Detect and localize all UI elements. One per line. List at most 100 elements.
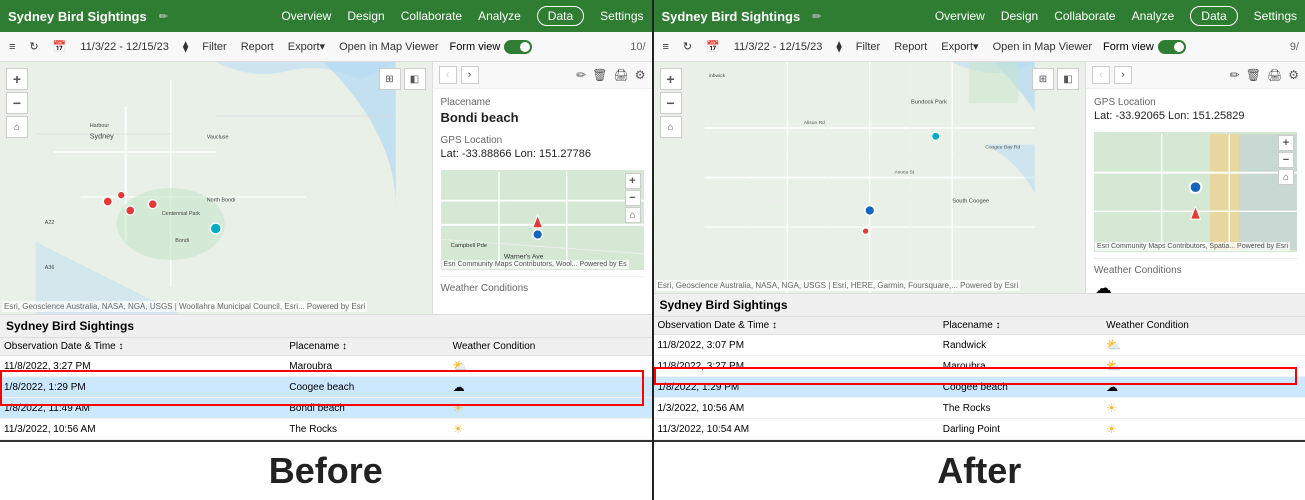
report-btn-before[interactable]: Report — [238, 40, 277, 54]
mini-map-before[interactable]: Warner's Ave Campbell Pde Esri Community… — [441, 170, 644, 270]
next-record-before[interactable]: › — [461, 66, 479, 84]
refresh-btn-before[interactable]: ↻ — [26, 39, 41, 54]
nav-data-before[interactable]: Data — [537, 6, 584, 26]
map-zoom-controls-after[interactable]: + − ⌂ — [660, 68, 682, 138]
zoom-in-btn-after[interactable]: + — [660, 68, 682, 90]
report-btn-after[interactable]: Report — [891, 40, 930, 54]
mini-home-after[interactable]: ⌂ — [1278, 169, 1294, 185]
record-action-icons-after[interactable]: ✏ 🗑 🖨 ⚙ — [1230, 68, 1299, 82]
mini-map-controls-before[interactable]: + − ⌂ — [625, 173, 641, 223]
nav-links-after: Overview Design Collaborate Analyze Data… — [935, 6, 1297, 26]
mini-zoom-in-after[interactable]: + — [1278, 135, 1294, 151]
mini-zoom-out-before[interactable]: − — [625, 190, 641, 206]
hamburger-btn-after[interactable]: ≡ — [660, 40, 672, 54]
settings-record-icon-after[interactable]: ⚙ — [1288, 68, 1299, 82]
home-btn-before[interactable]: ⌂ — [6, 116, 28, 138]
nav-settings-after[interactable]: Settings — [1254, 9, 1297, 23]
prev-record-after[interactable]: ‹ — [1092, 66, 1110, 84]
toggle-switch-before[interactable] — [504, 40, 532, 54]
delete-record-icon-before[interactable]: 🗑 — [592, 68, 607, 82]
map-layer-controls-before[interactable]: ⊞ ◧ — [379, 68, 426, 90]
mini-zoom-in-before[interactable]: + — [625, 173, 641, 189]
row-weather — [449, 398, 652, 419]
row-date: 11/8/2022, 3:27 PM — [654, 356, 939, 377]
nav-overview-after[interactable]: Overview — [935, 9, 985, 23]
layers-btn-before[interactable]: ◧ — [404, 68, 426, 90]
delete-record-icon-after[interactable]: 🗑 — [1246, 68, 1261, 82]
placename-value-before: Bondi beach — [441, 110, 644, 125]
mini-map-controls-after[interactable]: + − ⌂ — [1278, 135, 1294, 185]
open-map-btn-after[interactable]: Open in Map Viewer — [990, 40, 1095, 54]
open-map-btn-before[interactable]: Open in Map Viewer — [336, 40, 441, 54]
table-row[interactable]: 1/8/2022, 1:29 PM Coogee beach — [0, 377, 652, 398]
row-place: Maroubra — [939, 356, 1102, 377]
nav-collaborate-after[interactable]: Collaborate — [1054, 9, 1115, 23]
toggle-switch-after[interactable] — [1158, 40, 1186, 54]
date-range-after[interactable]: 11/3/22 - 12/15/23 — [731, 40, 825, 54]
mini-home-before[interactable]: ⌂ — [625, 207, 641, 223]
edit-record-icon-before[interactable]: ✏ — [576, 68, 586, 82]
map-before[interactable]: Sydney Harbour Vaucluse Centennial Park … — [0, 62, 432, 314]
layers-btn-after[interactable]: ◧ — [1057, 68, 1079, 90]
nav-data-after[interactable]: Data — [1190, 6, 1237, 26]
nav-settings-before[interactable]: Settings — [600, 9, 643, 23]
col-header-place-before[interactable]: Placename ↕ — [285, 338, 448, 356]
col-header-weather-before[interactable]: Weather Condition — [449, 338, 652, 356]
form-panel-after: ‹ › ✏ 🗑 🖨 ⚙ GPS Location Lat: -33.92065 … — [1085, 62, 1305, 293]
record-action-icons-before[interactable]: ✏ 🗑 🖨 ⚙ — [576, 68, 645, 82]
zoom-in-btn-before[interactable]: + — [6, 68, 28, 90]
edit-icon-after[interactable]: ✏ — [812, 10, 821, 23]
form-view-toggle-after[interactable]: Form view — [1103, 40, 1186, 54]
filter-btn-before[interactable]: Filter — [199, 40, 229, 54]
settings-record-icon-before[interactable]: ⚙ — [635, 68, 646, 82]
prev-record-before[interactable]: ‹ — [439, 66, 457, 84]
col-header-date-before[interactable]: Observation Date & Time ↕ — [0, 338, 285, 356]
grid-btn-before[interactable]: ⊞ — [379, 68, 401, 90]
refresh-btn-after[interactable]: ↻ — [680, 39, 695, 54]
row-date: 11/3/2022, 10:56 AM — [0, 419, 285, 440]
table-row[interactable]: 11/8/2022, 3:27 PM Maroubra — [0, 356, 652, 377]
col-header-place-after[interactable]: Placename ↕ — [939, 317, 1102, 335]
table-row[interactable]: 1/3/2022, 10:56 AM The Rocks — [654, 398, 1305, 419]
table-row[interactable]: 11/8/2022, 3:07 PM Randwick — [654, 335, 1305, 356]
edit-record-icon-after[interactable]: ✏ — [1230, 68, 1240, 82]
table-row[interactable]: 1/8/2022, 1:29 PM Coogee beach — [654, 377, 1305, 398]
map-zoom-controls-before[interactable]: + − ⌂ — [6, 68, 28, 138]
grid-btn-after[interactable]: ⊞ — [1032, 68, 1054, 90]
next-record-after[interactable]: › — [1114, 66, 1132, 84]
col-header-date-after[interactable]: Observation Date & Time ↕ — [654, 317, 939, 335]
table-row[interactable]: 11/3/2022, 10:54 AM Darling Point — [654, 419, 1305, 440]
table-row[interactable]: 1/8/2022, 11:49 AM Bondi beach — [0, 398, 652, 419]
mini-map-after[interactable]: Esri Community Maps Contributors, Spatia… — [1094, 132, 1297, 252]
home-btn-after[interactable]: ⌂ — [660, 116, 682, 138]
map-after[interactable]: Bundock Park South Coogee inbwick Alison… — [654, 62, 1086, 293]
record-arrows-after[interactable]: ‹ › — [1092, 66, 1132, 84]
svg-text:inbwick: inbwick — [708, 73, 725, 79]
date-range-before[interactable]: 11/3/22 - 12/15/23 — [77, 40, 171, 54]
export-btn-after[interactable]: Export▾ — [938, 39, 981, 54]
nav-design-after[interactable]: Design — [1001, 9, 1038, 23]
record-arrows-before[interactable]: ‹ › — [439, 66, 479, 84]
nav-analyze-before[interactable]: Analyze — [478, 9, 521, 23]
table-row[interactable]: 11/3/2022, 10:56 AM The Rocks — [0, 419, 652, 440]
mini-zoom-out-after[interactable]: − — [1278, 152, 1294, 168]
nav-collaborate-before[interactable]: Collaborate — [401, 9, 462, 23]
print-record-icon-before[interactable]: 🖨 — [614, 68, 629, 82]
table-row[interactable]: 11/8/2022, 3:27 PM Maroubra — [654, 356, 1305, 377]
row-date: 11/8/2022, 3:27 PM — [0, 356, 285, 377]
nav-overview-before[interactable]: Overview — [281, 9, 331, 23]
filter-btn-after[interactable]: Filter — [853, 40, 883, 54]
zoom-out-btn-before[interactable]: − — [6, 92, 28, 114]
app-title-after: Sydney Bird Sightings — [662, 9, 801, 24]
edit-icon-before[interactable]: ✏ — [159, 10, 168, 23]
form-view-toggle-before[interactable]: Form view — [450, 40, 533, 54]
zoom-out-btn-after[interactable]: − — [660, 92, 682, 114]
nav-analyze-after[interactable]: Analyze — [1132, 9, 1175, 23]
nav-design-before[interactable]: Design — [347, 9, 384, 23]
data-table-after: Observation Date & Time ↕ Placename ↕ We… — [654, 317, 1305, 440]
map-layer-controls-after[interactable]: ⊞ ◧ — [1032, 68, 1079, 90]
export-btn-before[interactable]: Export▾ — [285, 39, 328, 54]
hamburger-btn-before[interactable]: ≡ — [6, 40, 18, 54]
col-header-weather-after[interactable]: Weather Condition — [1102, 317, 1305, 335]
print-record-icon-after[interactable]: 🖨 — [1267, 68, 1282, 82]
